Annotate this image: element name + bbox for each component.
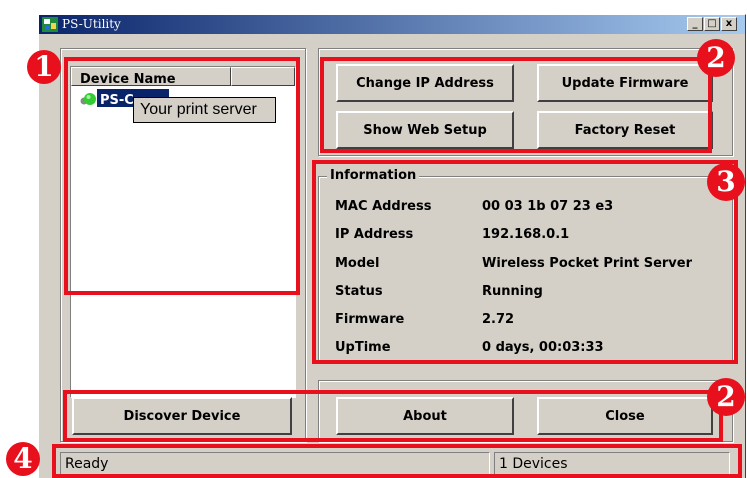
annotation-box-bottom-buttons <box>63 390 723 442</box>
close-window-button[interactable]: x <box>721 17 737 31</box>
annotation-badge-4: 4 <box>6 442 40 476</box>
annotation-box-top-buttons <box>320 57 712 153</box>
annotation-badge-2-bottom: 2 <box>707 378 745 416</box>
annotation-box-status-bar <box>52 444 742 478</box>
app-icon <box>42 17 58 32</box>
annotation-badge-3: 3 <box>707 163 745 201</box>
annotation-box-information <box>312 160 738 364</box>
annotation-badge-1: 1 <box>27 50 61 84</box>
maximize-button[interactable]: □ <box>704 17 720 31</box>
annotation-badge-2-top: 2 <box>697 39 735 77</box>
annotation-box-device-list <box>64 57 300 295</box>
window-title: PS-Utility <box>62 17 121 31</box>
title-bar[interactable] <box>39 15 745 34</box>
minimize-button[interactable]: _ <box>687 17 703 31</box>
